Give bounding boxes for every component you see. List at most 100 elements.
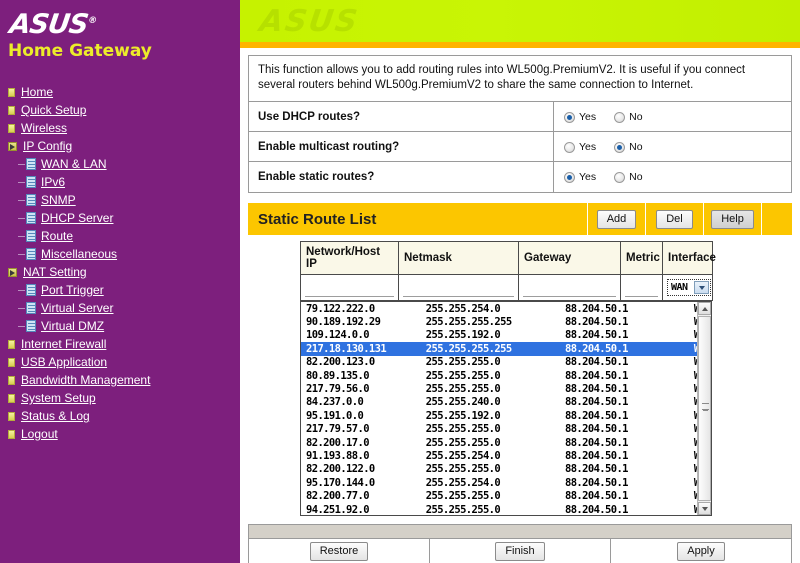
- sidebar-item-logout[interactable]: Logout: [0, 425, 240, 443]
- network-host-ip-input[interactable]: [305, 281, 394, 297]
- sidebar-item-snmp[interactable]: SNMP: [0, 191, 240, 209]
- restore-button[interactable]: Restore: [309, 541, 369, 561]
- tree-connector-icon: [18, 307, 25, 309]
- radio-button[interactable]: [564, 111, 575, 123]
- table-row[interactable]: 82.200.17.0255.255.255.088.204.50.1WAN: [301, 436, 711, 449]
- asus-logo: ASUS®: [8, 6, 98, 40]
- cell-ip: 217.79.56.0: [306, 383, 370, 396]
- sidebar-item-wireless[interactable]: Wireless: [0, 119, 240, 137]
- radio-option-yes[interactable]: Yes: [564, 111, 596, 123]
- sidebar-item-nat-setting[interactable]: NAT Setting: [0, 263, 240, 281]
- help-button[interactable]: Help: [711, 209, 754, 229]
- table-row[interactable]: 82.200.122.0255.255.255.088.204.50.1WAN: [301, 463, 711, 476]
- table-row[interactable]: 95.170.144.0255.255.254.088.204.50.1WAN: [301, 476, 711, 489]
- apply-button[interactable]: Apply: [677, 541, 725, 561]
- sidebar-item-route[interactable]: Route: [0, 227, 240, 245]
- cell-ip: 94.251.92.0: [306, 503, 370, 516]
- page-icon: [26, 248, 36, 260]
- table-row[interactable]: 217.79.56.0255.255.255.088.204.50.1WAN: [301, 382, 711, 395]
- table-row[interactable]: 90.189.192.29255.255.255.25588.204.50.1W…: [301, 315, 711, 328]
- sidebar-item-system-setup[interactable]: System Setup: [0, 389, 240, 407]
- table-row[interactable]: 82.200.123.0255.255.255.088.204.50.1WAN: [301, 356, 711, 369]
- cell-interface: WAN: [662, 274, 713, 301]
- netmask-input[interactable]: [403, 281, 514, 297]
- sidebar-item-label: Logout: [21, 427, 58, 441]
- radio-button[interactable]: [564, 141, 575, 153]
- table-row[interactable]: 217.18.130.131 255.255.255.255 88.204.50.1…: [301, 342, 711, 356]
- table-row[interactable]: 91.193.88.0255.255.254.088.204.50.1WAN: [301, 449, 711, 462]
- banner-watermark-logo: ASUS: [257, 4, 362, 39]
- interface-select[interactable]: WAN: [667, 279, 711, 296]
- gateway-input[interactable]: [523, 281, 616, 297]
- table-row[interactable]: 82.200.77.0255.255.255.088.204.50.1WAN: [301, 489, 711, 502]
- scrollbar-thumb[interactable]: [698, 316, 711, 501]
- settings-box: This function allows you to add routing …: [248, 55, 792, 193]
- divider: [761, 203, 762, 235]
- cell-gw: 88.204.50.1: [564, 383, 629, 396]
- sidebar-item-usb-application[interactable]: USB Application: [0, 353, 240, 371]
- table-row[interactable]: 79.122.222.0255.255.254.088.204.50.1WAN: [301, 302, 711, 315]
- route-rows: 79.122.222.0255.255.254.088.204.50.1WAN9…: [301, 302, 711, 516]
- header-banner: ASUS: [240, 0, 800, 42]
- table-row[interactable]: 84.237.0.0255.255.240.088.204.50.1WAN: [301, 396, 711, 409]
- column-header-metric: Metric: [620, 241, 663, 275]
- radio-option-yes[interactable]: Yes: [564, 171, 596, 183]
- add-button[interactable]: Add: [596, 209, 637, 229]
- table-row[interactable]: 95.191.0.0255.255.192.088.204.50.1WAN: [301, 409, 711, 422]
- scroll-down-button[interactable]: [698, 502, 711, 515]
- sidebar-item-dhcp-server[interactable]: DHCP Server: [0, 209, 240, 227]
- chevron-down-icon[interactable]: [694, 281, 709, 294]
- radio-option-no[interactable]: No: [614, 111, 643, 123]
- radio-option-no[interactable]: No: [614, 141, 643, 153]
- page-icon: [26, 284, 36, 296]
- sidebar-item-label: WAN & LAN: [41, 157, 107, 171]
- table-row[interactable]: 109.124.0.0255.255.192.088.204.50.1WAN: [301, 329, 711, 342]
- table-row[interactable]: 217.79.57.0255.255.255.088.204.50.1WAN: [301, 423, 711, 436]
- radio-option-yes[interactable]: Yes: [564, 141, 596, 153]
- option-row: Enable multicast routing? Yes No: [249, 132, 791, 162]
- table-row[interactable]: 80.89.135.0255.255.255.088.204.50.1WAN: [301, 369, 711, 382]
- page-icon: [26, 302, 36, 314]
- radio-button[interactable]: [614, 111, 626, 123]
- cell-ip: 84.237.0.0: [306, 396, 364, 409]
- add-button-cell: Add: [588, 203, 645, 235]
- sidebar-item-status-log[interactable]: Status & Log: [0, 407, 240, 425]
- sidebar-item-bandwidth-management[interactable]: Bandwidth Management: [0, 371, 240, 389]
- radio-button[interactable]: [614, 172, 626, 183]
- finish-button[interactable]: Finish: [495, 541, 545, 561]
- sidebar-item-label: SNMP: [41, 193, 76, 207]
- interface-select-value: WAN: [671, 282, 688, 293]
- cell-gw: 88.204.50.1: [564, 302, 629, 315]
- sidebar-item-quick-setup[interactable]: Quick Setup: [0, 101, 240, 119]
- sidebar-item-ip-config[interactable]: IP Config: [0, 137, 240, 155]
- cell-ip: 217.18.130.131: [306, 342, 387, 355]
- option-label: Use DHCP routes?: [249, 102, 554, 131]
- radio-option-no[interactable]: No: [614, 171, 643, 183]
- cell-ip: 80.89.135.0: [306, 369, 370, 382]
- radio-label: No: [629, 171, 643, 183]
- route-entry-table: Network/Host IP Netmask Gateway Metric I…: [300, 241, 716, 301]
- radio-button[interactable]: [564, 172, 575, 183]
- sidebar-item-virtual-server[interactable]: Virtual Server: [0, 299, 240, 317]
- metric-input[interactable]: [625, 281, 658, 297]
- sidebar-item-miscellaneous[interactable]: Miscellaneous: [0, 245, 240, 263]
- sidebar-item-ipv6[interactable]: IPv6: [0, 173, 240, 191]
- cell-mask: 255.255.255.0: [425, 369, 501, 382]
- radio-button[interactable]: [614, 141, 626, 153]
- listbox-scrollbar[interactable]: [697, 302, 711, 515]
- sidebar-item-wan-lan[interactable]: WAN & LAN: [0, 155, 240, 173]
- sidebar-item-internet-firewall[interactable]: Internet Firewall: [0, 335, 240, 353]
- sidebar-item-virtual-dmz[interactable]: Virtual DMZ: [0, 317, 240, 335]
- cell-mask: 255.255.255.0: [425, 436, 501, 449]
- scroll-up-button[interactable]: [698, 302, 711, 315]
- option-label: Enable multicast routing?: [249, 132, 554, 161]
- square-bullet-icon: [8, 87, 15, 97]
- sidebar-item-port-trigger[interactable]: Port Trigger: [0, 281, 240, 299]
- sidebar-item-label: System Setup: [21, 391, 96, 405]
- del-button[interactable]: Del: [656, 209, 693, 229]
- sidebar-item-label: IP Config: [23, 139, 73, 153]
- gateway-title: Home Gateway: [8, 41, 152, 61]
- table-row[interactable]: 94.251.92.0255.255.255.088.204.50.1WAN: [301, 503, 711, 516]
- static-route-listbox[interactable]: 79.122.222.0255.255.254.088.204.50.1WAN9…: [300, 301, 712, 516]
- sidebar-item-home[interactable]: Home: [0, 83, 240, 101]
